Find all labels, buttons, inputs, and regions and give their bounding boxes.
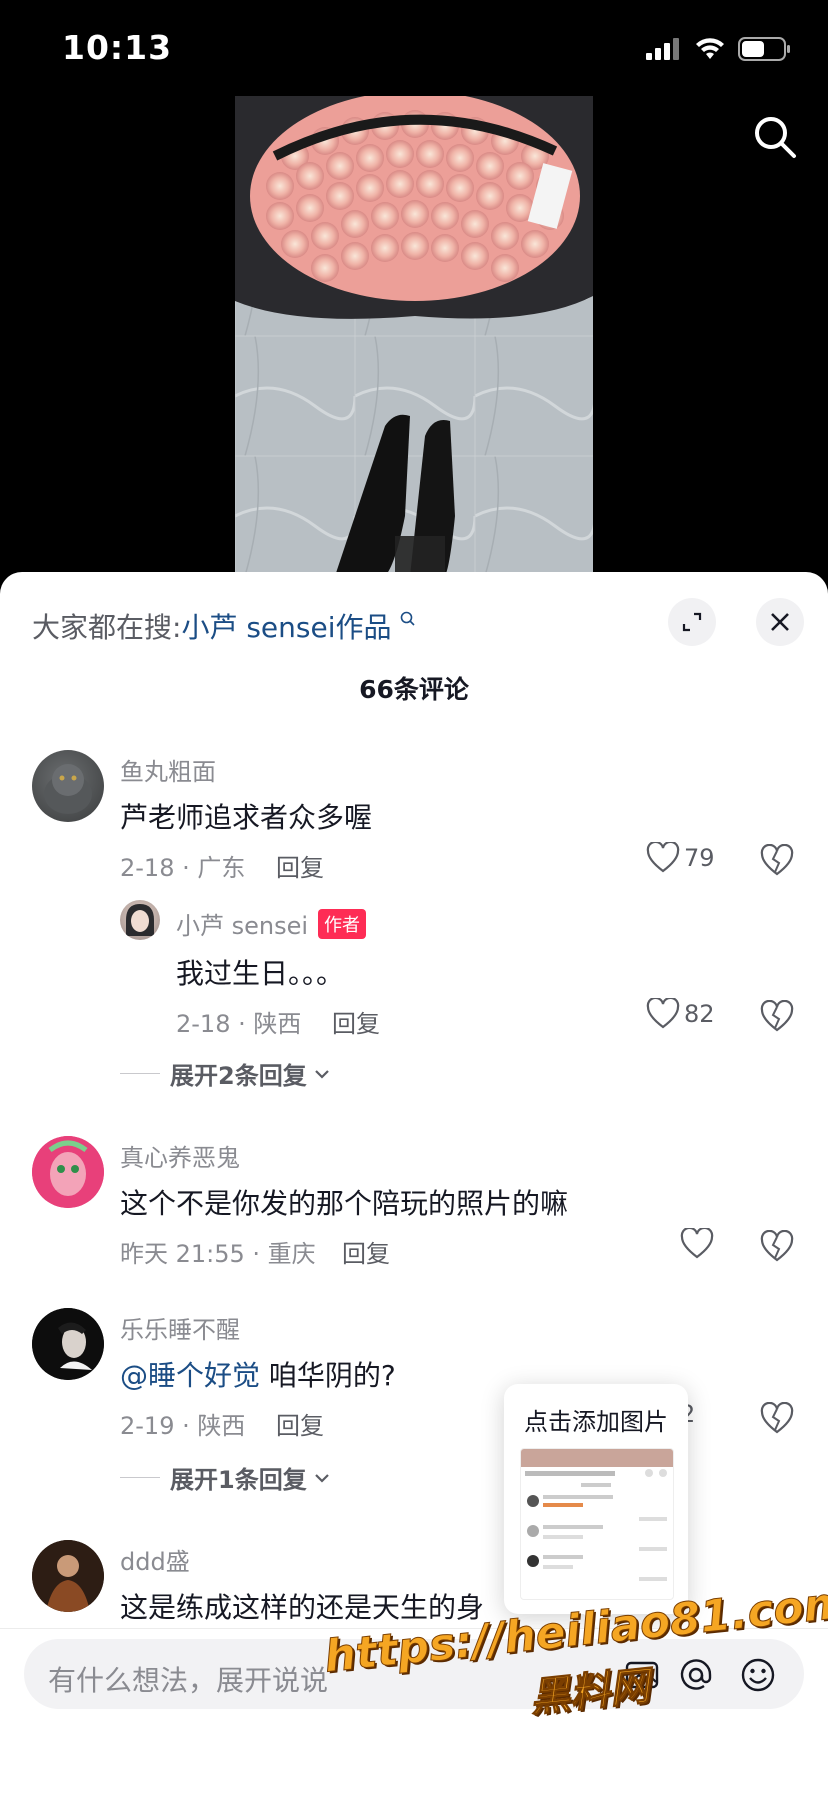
reply-button[interactable]: 回复 bbox=[276, 1406, 324, 1441]
expand-replies-label: 展开1条回复 bbox=[170, 1466, 307, 1494]
heart-icon bbox=[646, 842, 680, 873]
screenshot-thumbnail[interactable] bbox=[520, 1448, 674, 1600]
comment-text: 我过生日。。。 bbox=[176, 957, 345, 990]
wifi-icon bbox=[696, 38, 724, 59]
like-button[interactable] bbox=[680, 1228, 714, 1260]
avatar[interactable] bbox=[32, 750, 104, 822]
add-image-popover[interactable]: 点击添加图片 bbox=[504, 1384, 688, 1629]
comment-input-placeholder: 有什么想法，展开说说 bbox=[48, 1664, 329, 1697]
expand-icon bbox=[682, 612, 702, 632]
like-count: 79 bbox=[684, 844, 715, 872]
comment-username[interactable]: 乐乐睡不醒 bbox=[120, 1310, 240, 1345]
signal-icon bbox=[646, 38, 679, 60]
comment-count: 66条评论 bbox=[359, 675, 469, 704]
comment-text: 这个不是你发的那个陪玩的照片的嘛 bbox=[120, 1187, 569, 1220]
chevron-down-icon bbox=[314, 1473, 329, 1483]
reply-button[interactable]: 回复 bbox=[276, 848, 324, 883]
expand-button[interactable] bbox=[668, 598, 716, 646]
avatar[interactable] bbox=[120, 900, 160, 940]
hot-search-prefix: 大家都在搜: bbox=[32, 611, 182, 644]
expand-replies-button[interactable]: 展开2条回复 bbox=[120, 1056, 331, 1091]
broken-heart-icon[interactable] bbox=[760, 1000, 794, 1034]
expand-replies-label: 展开2条回复 bbox=[170, 1062, 307, 1090]
comment-username[interactable]: 小芦 sensei 作者 bbox=[176, 906, 367, 941]
emoji-icon[interactable] bbox=[740, 1657, 776, 1693]
heart-icon bbox=[680, 1228, 714, 1259]
avatar[interactable] bbox=[32, 1540, 104, 1612]
mention-link[interactable]: @睡个好觉 bbox=[120, 1359, 260, 1392]
comment-meta: 2-18 · 陕西 bbox=[176, 1010, 302, 1038]
chevron-down-icon bbox=[314, 1069, 329, 1079]
video-image bbox=[235, 96, 593, 576]
close-icon bbox=[771, 613, 789, 631]
status-bar: 10:13 bbox=[0, 0, 828, 96]
hot-search-bar[interactable]: 大家都在搜:小芦 sensei作品 bbox=[32, 606, 416, 646]
video-player[interactable] bbox=[0, 96, 828, 576]
hot-search-keyword[interactable]: 小芦 sensei作品 bbox=[181, 611, 391, 644]
comment-username[interactable]: 鱼丸粗面 bbox=[120, 752, 216, 787]
popover-title: 点击添加图片 bbox=[524, 1408, 668, 1436]
search-small-icon bbox=[401, 611, 415, 626]
status-icons bbox=[646, 36, 792, 62]
comment-meta: 2-18 · 广东 bbox=[120, 854, 246, 882]
reply-button[interactable]: 回复 bbox=[342, 1234, 390, 1269]
comment-text: @睡个好觉 咱华阴的? bbox=[120, 1354, 396, 1394]
comment-username[interactable]: ddd盛 bbox=[120, 1542, 190, 1577]
broken-heart-icon[interactable] bbox=[760, 1402, 794, 1436]
avatar[interactable] bbox=[32, 1136, 104, 1208]
comment-meta: 昨天 21:55 · 重庆 bbox=[120, 1240, 316, 1268]
comment-username[interactable]: 真心养恶鬼 bbox=[120, 1138, 240, 1173]
comment-text-body: 咱华阴的? bbox=[260, 1359, 396, 1392]
battery-icon bbox=[738, 37, 790, 61]
expand-replies-button[interactable]: 展开1条回复 bbox=[120, 1460, 331, 1495]
comment-input[interactable]: 有什么想法，展开说说 bbox=[24, 1639, 804, 1709]
close-button[interactable] bbox=[756, 598, 804, 646]
like-button[interactable]: 82 bbox=[646, 998, 715, 1030]
divider bbox=[120, 1477, 160, 1478]
broken-heart-icon[interactable] bbox=[760, 1230, 794, 1264]
comment-input-bar: 有什么想法，展开说说 bbox=[0, 1628, 828, 1793]
status-time: 10:13 bbox=[62, 28, 173, 67]
avatar[interactable] bbox=[32, 1308, 104, 1380]
like-button[interactable]: 79 bbox=[646, 842, 715, 874]
search-icon[interactable] bbox=[752, 114, 798, 160]
at-icon[interactable] bbox=[678, 1657, 714, 1693]
comment-meta: 2-19 · 陕西 bbox=[120, 1412, 246, 1440]
heart-icon bbox=[646, 998, 680, 1029]
reply-button[interactable]: 回复 bbox=[332, 1004, 380, 1039]
broken-heart-icon[interactable] bbox=[760, 844, 794, 878]
video-frame[interactable] bbox=[235, 96, 593, 576]
author-badge: 作者 bbox=[318, 909, 367, 939]
comment-text: 这是练成这样的还是天生的身 bbox=[120, 1591, 485, 1624]
divider bbox=[120, 1073, 160, 1074]
comment-text: 芦老师追求者众多喔 bbox=[120, 801, 373, 834]
author-username[interactable]: 小芦 sensei bbox=[176, 912, 308, 940]
like-count: 82 bbox=[684, 1000, 715, 1028]
image-icon[interactable] bbox=[624, 1657, 660, 1693]
